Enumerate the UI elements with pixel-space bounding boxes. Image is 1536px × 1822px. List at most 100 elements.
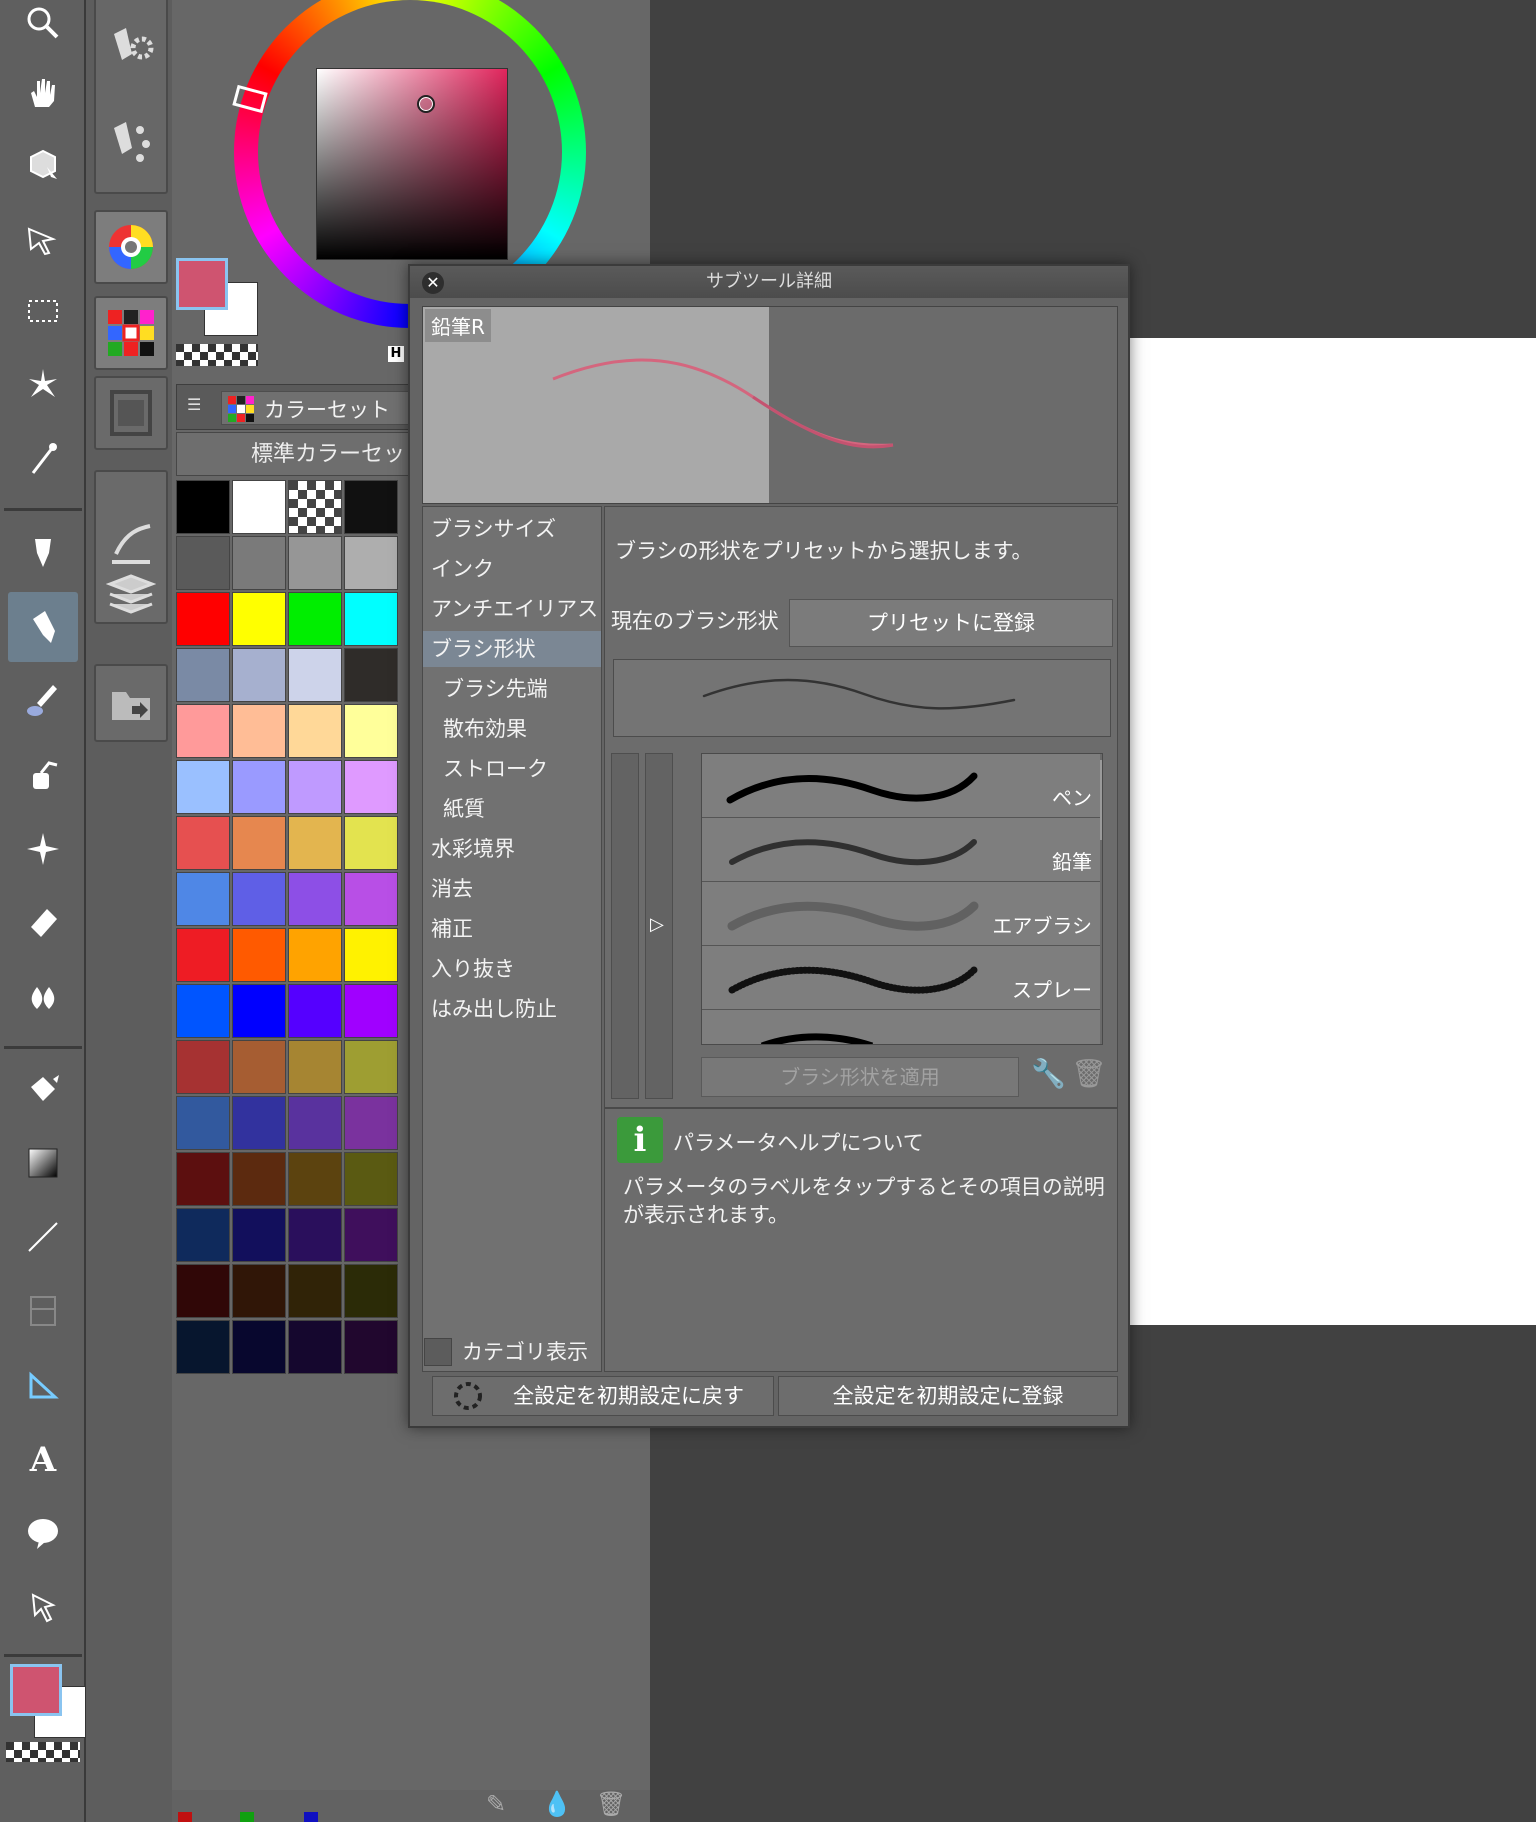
- shape-preset-pen[interactable]: ペン: [702, 754, 1102, 818]
- swatch[interactable]: [344, 592, 398, 646]
- swatch[interactable]: [232, 760, 286, 814]
- main-color-swatch[interactable]: [176, 258, 228, 310]
- line-icon[interactable]: [8, 1202, 78, 1272]
- blend-icon[interactable]: [8, 962, 78, 1032]
- swatch[interactable]: [176, 984, 230, 1038]
- layer-icon[interactable]: [105, 570, 157, 620]
- swatch[interactable]: [344, 1096, 398, 1150]
- shape-preset-pencil[interactable]: 鉛筆: [702, 818, 1102, 882]
- swatch[interactable]: [288, 592, 342, 646]
- swatch[interactable]: [344, 648, 398, 702]
- material-icon[interactable]: [94, 664, 168, 742]
- saturation-value-square[interactable]: [316, 68, 508, 260]
- swatch[interactable]: [176, 928, 230, 982]
- eraser-icon[interactable]: [8, 888, 78, 958]
- swatch[interactable]: [232, 704, 286, 758]
- fg-bg-color-icon[interactable]: [6, 1660, 86, 1764]
- swatch[interactable]: [344, 480, 398, 534]
- swatch[interactable]: [232, 1208, 286, 1262]
- airbrush-icon[interactable]: [8, 740, 78, 810]
- swatch[interactable]: [176, 1320, 230, 1374]
- swatch[interactable]: [232, 648, 286, 702]
- magic-wand-icon[interactable]: [8, 350, 78, 420]
- swatch[interactable]: [232, 1320, 286, 1374]
- swatch[interactable]: [176, 704, 230, 758]
- current-shape-label[interactable]: 現在のブラシ形状: [611, 605, 779, 635]
- category-item[interactable]: 水彩境界: [423, 831, 601, 867]
- swatch[interactable]: [232, 480, 286, 534]
- swatch[interactable]: [176, 648, 230, 702]
- dropper-icon[interactable]: 💧: [542, 1790, 578, 1822]
- dialog-title-bar[interactable]: サブツール詳細: [410, 266, 1128, 298]
- swatch[interactable]: [344, 536, 398, 590]
- swatch[interactable]: [176, 1040, 230, 1094]
- swatch[interactable]: [344, 1040, 398, 1094]
- pen-icon[interactable]: [8, 518, 78, 588]
- swatch[interactable]: [176, 536, 230, 590]
- swatch[interactable]: [288, 1320, 342, 1374]
- pencil-icon[interactable]: [8, 592, 78, 662]
- eyedropper-icon[interactable]: [8, 424, 78, 494]
- close-icon[interactable]: ✕: [422, 272, 444, 294]
- swatch[interactable]: [288, 648, 342, 702]
- category-item[interactable]: ストローク: [423, 751, 601, 787]
- swatch[interactable]: [232, 536, 286, 590]
- swatch[interactable]: [232, 928, 286, 982]
- swatch[interactable]: [232, 984, 286, 1038]
- category-item[interactable]: アンチエイリアス: [423, 591, 601, 627]
- expand-arrow-icon[interactable]: ▷: [650, 914, 664, 935]
- register-all-button[interactable]: 全設定を初期設定に登録: [778, 1376, 1118, 1416]
- swatch[interactable]: [344, 1264, 398, 1318]
- swatch[interactable]: [176, 1208, 230, 1262]
- swatch[interactable]: [232, 1152, 286, 1206]
- swatch[interactable]: [288, 984, 342, 1038]
- shape-preset-airbrush[interactable]: エアブラシ: [702, 882, 1102, 946]
- text-icon[interactable]: A: [8, 1424, 78, 1494]
- category-item[interactable]: ブラシサイズ: [423, 511, 601, 547]
- decoration-icon[interactable]: [8, 814, 78, 884]
- ruler-icon[interactable]: [8, 1350, 78, 1420]
- swatch[interactable]: [176, 480, 230, 534]
- swatch[interactable]: [344, 704, 398, 758]
- swatch[interactable]: [288, 928, 342, 982]
- swatch[interactable]: [232, 816, 286, 870]
- swatch[interactable]: [176, 1096, 230, 1150]
- swatch[interactable]: [232, 1264, 286, 1318]
- swatch[interactable]: [344, 928, 398, 982]
- apply-shape-button[interactable]: ブラシ形状を適用: [701, 1057, 1019, 1097]
- zoom-icon[interactable]: [8, 0, 78, 58]
- category-item[interactable]: 補正: [423, 911, 601, 947]
- category-item[interactable]: 消去: [423, 871, 601, 907]
- gradient-icon[interactable]: [8, 1128, 78, 1198]
- swatch[interactable]: [176, 592, 230, 646]
- preset-folder-column[interactable]: [611, 753, 639, 1099]
- swatch[interactable]: [288, 872, 342, 926]
- swatch[interactable]: [344, 1152, 398, 1206]
- trash-icon[interactable]: 🗑: [596, 1790, 632, 1822]
- animation-icon[interactable]: [94, 376, 168, 450]
- swatch[interactable]: [288, 704, 342, 758]
- swatch[interactable]: [344, 1208, 398, 1262]
- swatch[interactable]: [232, 872, 286, 926]
- menu-icon[interactable]: ☰: [187, 395, 207, 417]
- transparent-color-swatch[interactable]: [176, 344, 258, 366]
- register-preset-button[interactable]: プリセットに登録: [789, 599, 1113, 647]
- trash-icon[interactable]: 🗑: [1071, 1057, 1107, 1097]
- category-item[interactable]: はみ出し防止: [423, 991, 601, 1027]
- swatch[interactable]: [344, 1320, 398, 1374]
- swatch[interactable]: [288, 760, 342, 814]
- swatch[interactable]: [176, 760, 230, 814]
- object-icon[interactable]: [8, 130, 78, 200]
- fill-icon[interactable]: [8, 1054, 78, 1124]
- swatch[interactable]: [344, 760, 398, 814]
- category-display-label[interactable]: カテゴリ表示: [462, 1336, 588, 1366]
- add-color-icon[interactable]: ✎: [486, 1790, 522, 1822]
- shape-preset-more[interactable]: [702, 1010, 1102, 1044]
- canvas[interactable]: [1128, 338, 1536, 1325]
- swatch[interactable]: [288, 480, 342, 534]
- balloon-icon[interactable]: [8, 1498, 78, 1568]
- swatch[interactable]: [288, 1264, 342, 1318]
- shape-preset-spray[interactable]: スプレー: [702, 946, 1102, 1010]
- swatch[interactable]: [288, 1152, 342, 1206]
- frame-icon[interactable]: [8, 1276, 78, 1346]
